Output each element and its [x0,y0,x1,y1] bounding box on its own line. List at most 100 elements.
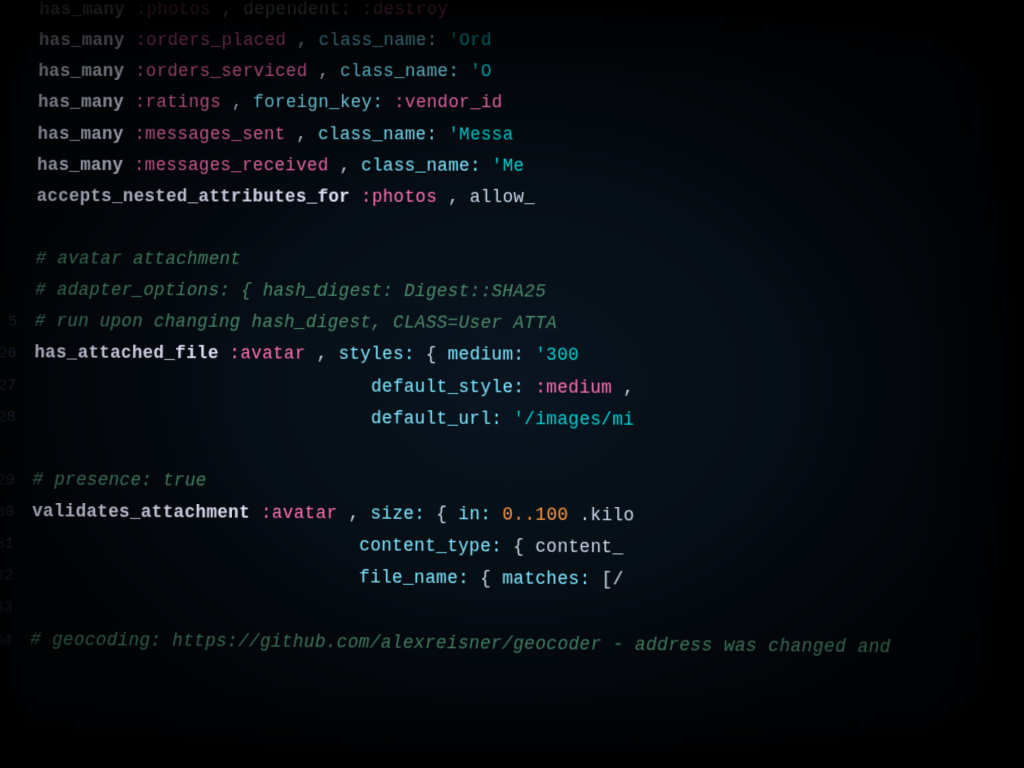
line-code: has_attached_file :avatar , styles: { me… [34,340,579,370]
line-code: # avatar attachment [36,246,242,274]
code-text [32,534,349,557]
number: 0..100 [502,505,568,526]
code-text: , [296,125,318,145]
code-text: [/ [602,570,624,591]
keyword: has_many [37,124,123,144]
line-code: accepts_nested_attributes_for :photos , … [36,184,535,213]
line-code: # adapter_options: { hash_digest: Digest… [35,278,546,307]
hash-key: content_type: [359,536,502,558]
line-code: # run upon changing hash_digest, CLASS=U… [35,309,557,339]
line-code: # presence: true [32,467,206,496]
code-text: { content_ [513,537,623,558]
code-text: { [480,569,502,590]
code-text: , [339,156,361,176]
line-code: content_type: { content_ [31,531,623,563]
hash-key: default_style: [371,377,524,398]
code-text [31,566,348,589]
code-text: , [348,504,370,525]
edge-bottom-overlay [0,688,1024,768]
code-line: has_many :photos , dependent: :destroy [0,0,1024,26]
hash-key: in: [458,505,491,526]
comment: # presence: true [32,470,206,492]
code-line: # avatar attachment [0,244,1024,279]
string: '300 [535,346,579,367]
line-code: has_many :messages_sent , class_name: 'M… [37,121,513,149]
code-text: { [426,345,448,365]
code-line: has_many :messages_sent , class_name: 'M… [0,119,1024,152]
keyword: validates_attachment [32,502,250,524]
line-number: 30 [0,500,14,524]
symbol: :vendor_id [394,93,503,113]
code-text: , [297,31,319,51]
line-number: 31 [0,532,14,556]
symbol: :avatar [229,344,305,365]
code-line: accepts_nested_attributes_for :photos , … [0,182,1024,216]
code-text: , dependent: [222,0,362,20]
line-number: 33 [0,596,13,620]
code-text: , [317,345,339,365]
code-text: , [318,62,340,82]
symbol: :photos [361,187,437,207]
line-code: file_name: { matches: [/ [31,563,624,596]
hash-key: medium: [448,345,525,366]
keyword: has_attached_file [34,344,218,365]
line-number: 27 [0,374,16,398]
line-number: 29 [0,469,15,493]
line-number: 5 [0,311,17,335]
code-text [33,407,360,429]
code-text: .kilo [579,506,634,527]
symbol: :avatar [261,503,338,524]
keyword: has_many [39,31,125,51]
hash-key: class_name: [318,125,437,145]
code-editor: has_many :photos , dependent: :destroy h… [0,0,1024,768]
symbol: :messages_sent [134,124,285,144]
code-text: , [623,378,634,399]
hash-key: class_name: [361,156,481,176]
symbol: :messages_received [134,156,329,176]
hash-key: matches: [502,569,590,590]
comment: # geocoding: https://github.com/alexreis… [30,630,891,658]
line-number: 26 [0,342,17,366]
line-number: 32 [0,564,13,588]
code-line: # adapter_options: { hash_digest: Digest… [0,275,1024,311]
line-code: has_many :messages_received , class_name… [37,152,524,180]
symbol: :medium [535,378,612,399]
line-code [33,435,44,463]
hash-key: default_url: [371,409,503,430]
keyword: has_many [37,155,123,175]
hash-key: styles: [338,345,415,366]
code-text: , [232,93,254,113]
line-code: has_many :photos , dependent: :destroy [39,0,448,24]
comment: # run upon changing hash_digest, CLASS=U… [35,312,557,335]
hash-key: size: [370,504,425,525]
hash-key: foreign_key: [253,93,383,113]
code-line [0,213,1024,248]
line-code: default_style: :medium , [34,372,634,403]
line-code: has_many :orders_serviced , class_name: … [38,59,492,86]
hash-key: class_name: [340,62,459,82]
keyword: accepts_nested_attributes_for [37,187,351,208]
line-code [36,215,47,242]
code-content: has_many :photos , dependent: :destroy h… [0,0,1024,666]
keyword: has_many [39,0,125,20]
code-line: has_many :orders_placed , class_name: 'O… [0,26,1024,57]
symbol: :destroy [362,0,449,20]
code-line: 5 # run upon changing hash_digest, CLASS… [0,307,1024,343]
code-line: has_many :messages_received , class_name… [0,150,1024,184]
symbol: :ratings [135,93,221,113]
keyword: has_many [38,62,124,82]
code-text: , allow_ [448,188,535,208]
symbol: :orders_placed [135,31,286,51]
line-number: 28 [0,405,16,429]
string: 'O [470,62,492,82]
string: 'Ord [448,31,491,51]
comment: # avatar attachment [36,249,242,270]
line-code [31,594,42,622]
code-line: has_many :ratings , foreign_key: :vendor… [0,88,1024,120]
line-code: validates_attachment :avatar , size: { i… [32,499,635,531]
line-code: has_many :orders_placed , class_name: 'O… [39,28,492,55]
line-code: default_url: '/images/mi [33,404,634,435]
code-text [34,375,360,397]
line-code: # geocoding: https://github.com/alexreis… [30,626,891,662]
line-code: has_many :ratings , foreign_key: :vendor… [38,90,503,118]
